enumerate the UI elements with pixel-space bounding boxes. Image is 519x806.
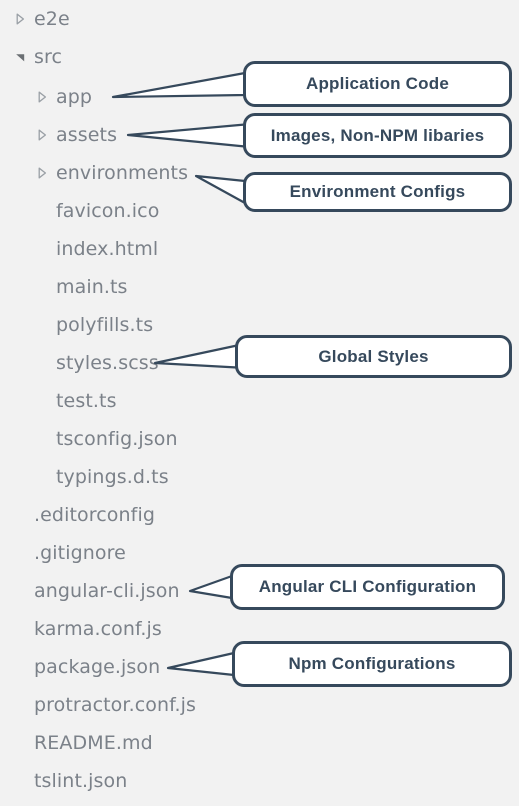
callout-tail	[194, 174, 247, 205]
callout-label: Global Styles	[318, 346, 429, 366]
callout-label: Environment Configs	[289, 182, 466, 201]
callout-tail	[153, 344, 239, 369]
callout-label: Npm Configurations	[288, 654, 456, 673]
callout-box[interactable]: Global Styles	[235, 335, 512, 378]
callout-tail	[188, 574, 234, 600]
callout-box[interactable]: Environment Configs	[243, 172, 512, 212]
callout-tail	[166, 651, 236, 677]
callout-label: Images, Non-NPM libaries	[270, 125, 485, 145]
callout-tail	[126, 123, 247, 148]
callout-label: Angular CLI Configuration	[258, 577, 477, 596]
callout-tail	[111, 71, 247, 99]
callout-box[interactable]: Npm Configurations	[232, 641, 512, 687]
callout-box[interactable]: Angular CLI Configuration	[230, 564, 505, 610]
callout-label: Application Code	[306, 74, 449, 93]
callout-box[interactable]: Application Code	[243, 61, 512, 107]
callout-box[interactable]: Images, Non-NPM libaries	[243, 113, 512, 158]
